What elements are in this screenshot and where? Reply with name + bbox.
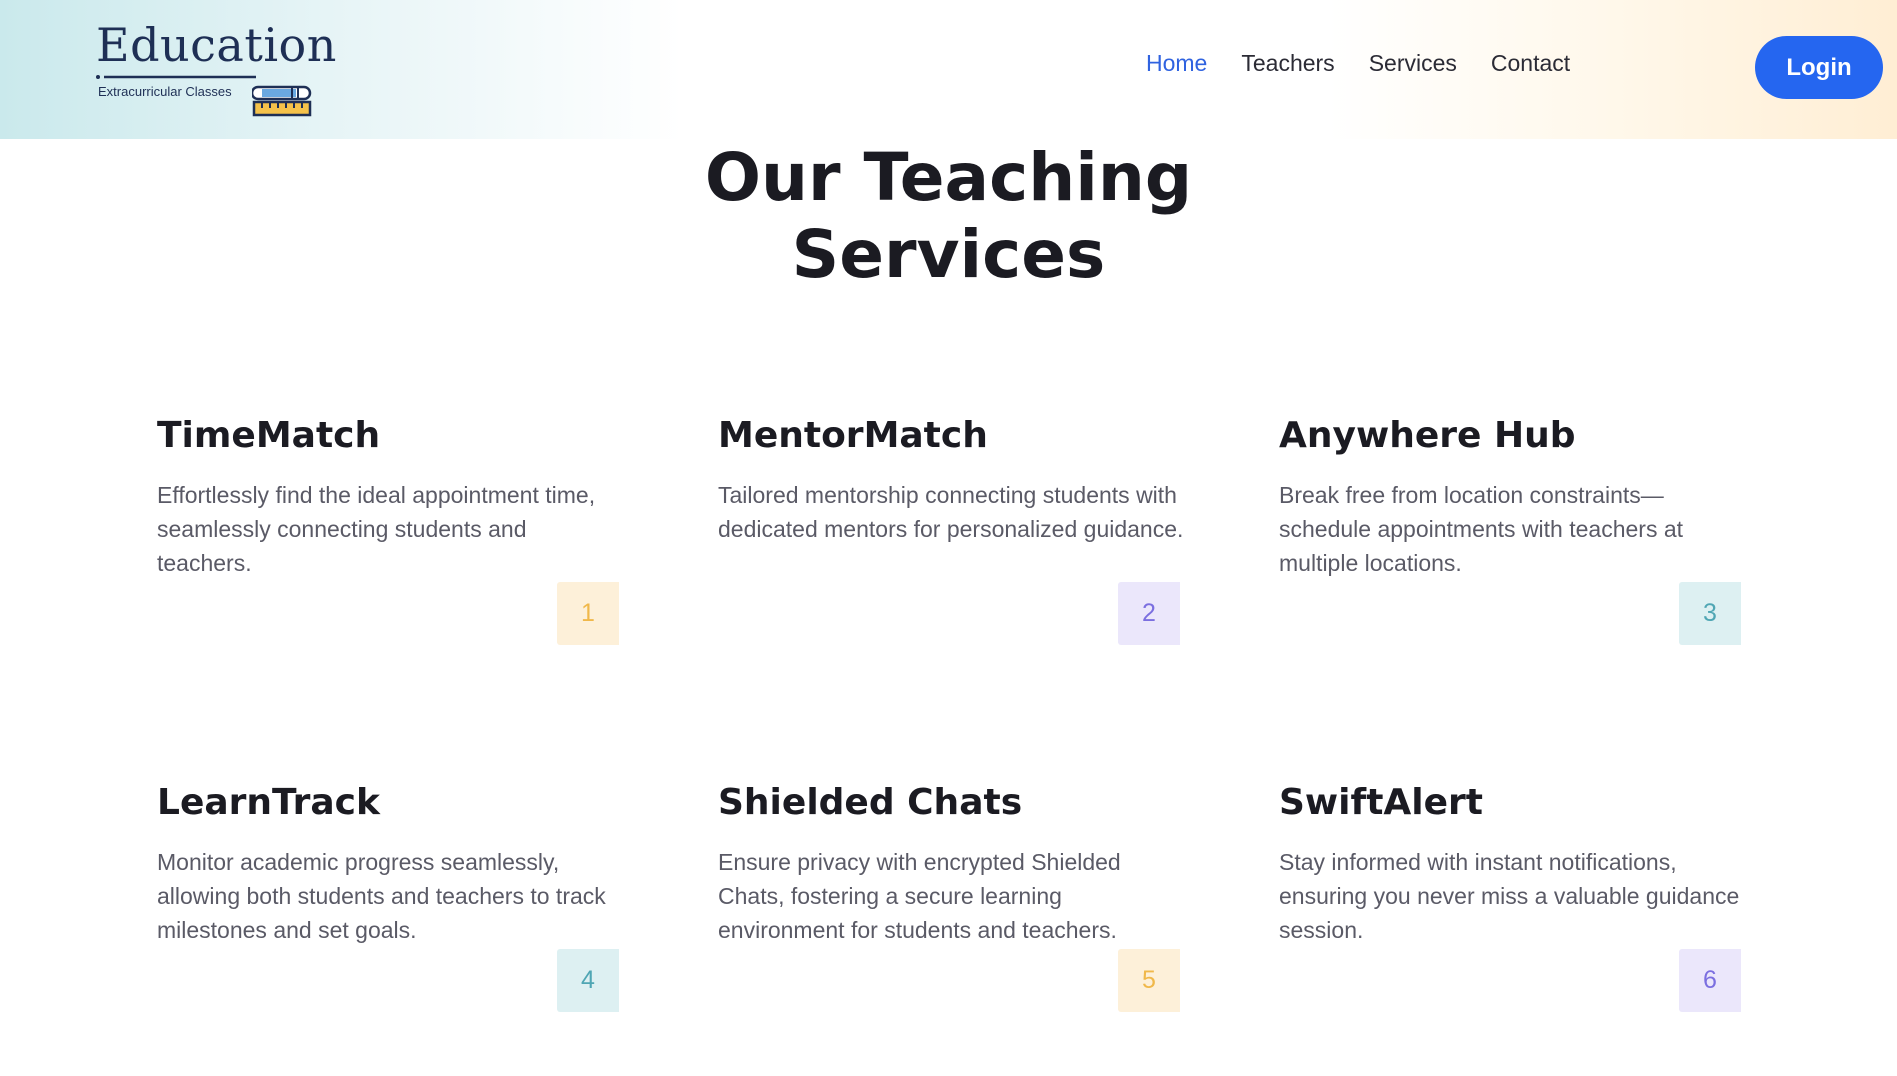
service-title: MentorMatch [718, 415, 988, 456]
service-title: Shielded Chats [718, 782, 1023, 823]
service-description: Break free from location constraints—sch… [1279, 482, 1684, 576]
site-header: Education Extracurricular Classes Home T… [0, 0, 1897, 139]
service-description: Ensure privacy with encrypted Shielded C… [718, 849, 1121, 943]
pencil-line-icon [96, 75, 256, 79]
nav-home[interactable]: Home [1146, 50, 1207, 77]
service-card-anywhere-hub: Anywhere Hub Break free from location co… [1279, 414, 1741, 674]
service-number: 5 [1118, 949, 1180, 1012]
service-number: 1 [557, 582, 619, 645]
section-title-line1: Our Teaching [704, 139, 1193, 216]
nav-contact[interactable]: Contact [1491, 50, 1570, 77]
service-description: Stay informed with instant notifications… [1279, 849, 1740, 943]
nav-teachers[interactable]: Teachers [1241, 50, 1334, 77]
service-description: Effortlessly find the ideal appointment … [157, 482, 596, 576]
service-card-swiftalert: SwiftAlert Stay informed with instant no… [1279, 781, 1741, 1041]
nav-services[interactable]: Services [1369, 50, 1457, 77]
service-description: Tailored mentorship connecting students … [718, 482, 1184, 542]
service-description: Monitor academic progress seamlessly, al… [157, 849, 606, 943]
service-title: LearnTrack [157, 782, 380, 823]
pencil-ruler-icon [252, 85, 312, 117]
service-card-mentormatch: MentorMatch Tailored mentorship connecti… [718, 414, 1183, 674]
section-title-line2: Services [791, 216, 1106, 293]
service-number: 6 [1679, 949, 1741, 1012]
service-title: Anywhere Hub [1279, 415, 1576, 456]
section-title: Our Teaching Services [0, 139, 1897, 293]
logo-title: Education [96, 18, 337, 72]
service-number: 3 [1679, 582, 1741, 645]
service-number: 4 [557, 949, 619, 1012]
logo[interactable]: Education Extracurricular Classes [96, 18, 336, 117]
service-card-shielded-chats: Shielded Chats Ensure privacy with encry… [718, 781, 1180, 1041]
login-button[interactable]: Login [1755, 36, 1883, 99]
main-nav: Home Teachers Services Contact [1146, 50, 1570, 77]
service-title: TimeMatch [157, 415, 381, 456]
service-card-learntrack: LearnTrack Monitor academic progress sea… [157, 781, 619, 1041]
service-title: SwiftAlert [1279, 782, 1483, 823]
logo-subtitle: Extracurricular Classes [98, 84, 232, 99]
service-card-timematch: TimeMatch Effortlessly find the ideal ap… [157, 414, 619, 674]
service-number: 2 [1118, 582, 1180, 645]
